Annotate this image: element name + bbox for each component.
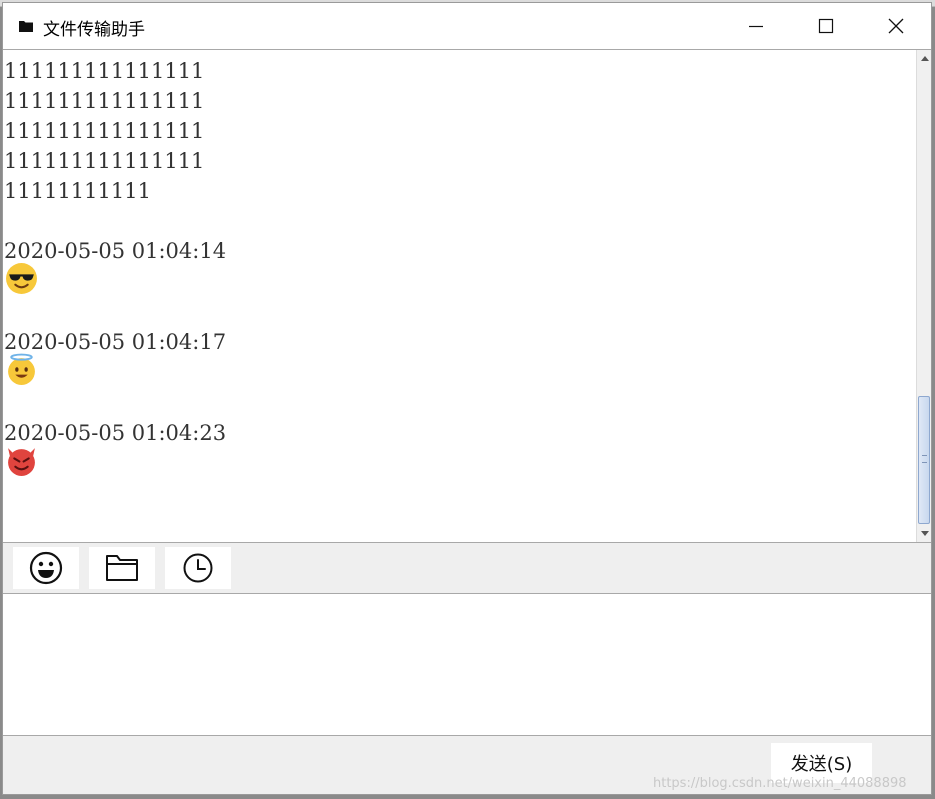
halo-face-emoji [8, 353, 35, 385]
footer-bar: 发送(S) https://blog.csdn.net/weixin_44088… [3, 736, 931, 794]
smiley-icon [29, 551, 63, 585]
close-icon [888, 18, 904, 34]
scroll-thumb[interactable] [918, 396, 930, 524]
title-bar[interactable]: 文件传输助手 [3, 3, 931, 49]
folder-icon [106, 555, 138, 581]
triangle-down-icon [920, 531, 929, 536]
message-input[interactable] [3, 593, 931, 736]
maximize-icon [818, 18, 834, 34]
watermark-text: https://blog.csdn.net/weixin_44088898 [653, 776, 907, 791]
message-timestamp: 2020-05-05 01:04:23 [4, 421, 227, 445]
emoji-button[interactable] [13, 547, 79, 589]
tool-bar [3, 543, 931, 593]
send-file-button[interactable] [89, 547, 155, 589]
message-timestamp: 2020-05-05 01:04:17 [4, 330, 227, 354]
scroll-down-button[interactable] [917, 526, 931, 542]
message-line: 111111111111111 [4, 59, 205, 83]
vertical-scrollbar[interactable] [916, 50, 931, 542]
chat-window: 文件传输助手 111111111111111 111111111111111 1… [2, 2, 932, 795]
folder-icon [19, 21, 33, 32]
window-title: 文件传输助手 [43, 20, 145, 40]
close-button[interactable] [861, 3, 931, 49]
minimize-button[interactable] [721, 3, 791, 49]
message-list: 111111111111111 111111111111111 11111111… [4, 56, 909, 477]
message-line: 111111111111111 [4, 119, 205, 143]
message-line: 11111111111 [4, 179, 151, 203]
message-line: 111111111111111 [4, 149, 205, 173]
scroll-up-button[interactable] [917, 50, 931, 66]
message-history[interactable]: 111111111111111 111111111111111 11111111… [3, 49, 931, 543]
message-timestamp: 2020-05-05 01:04:14 [4, 239, 227, 263]
minimize-icon [749, 25, 763, 28]
history-button[interactable] [165, 547, 231, 589]
clock-icon [183, 553, 213, 583]
grip-icon [922, 455, 927, 463]
triangle-up-icon [920, 56, 929, 61]
devil-face-emoji [8, 448, 35, 476]
maximize-button[interactable] [791, 3, 861, 49]
message-line: 111111111111111 [4, 89, 205, 113]
sunglasses-face-emoji [6, 263, 37, 294]
